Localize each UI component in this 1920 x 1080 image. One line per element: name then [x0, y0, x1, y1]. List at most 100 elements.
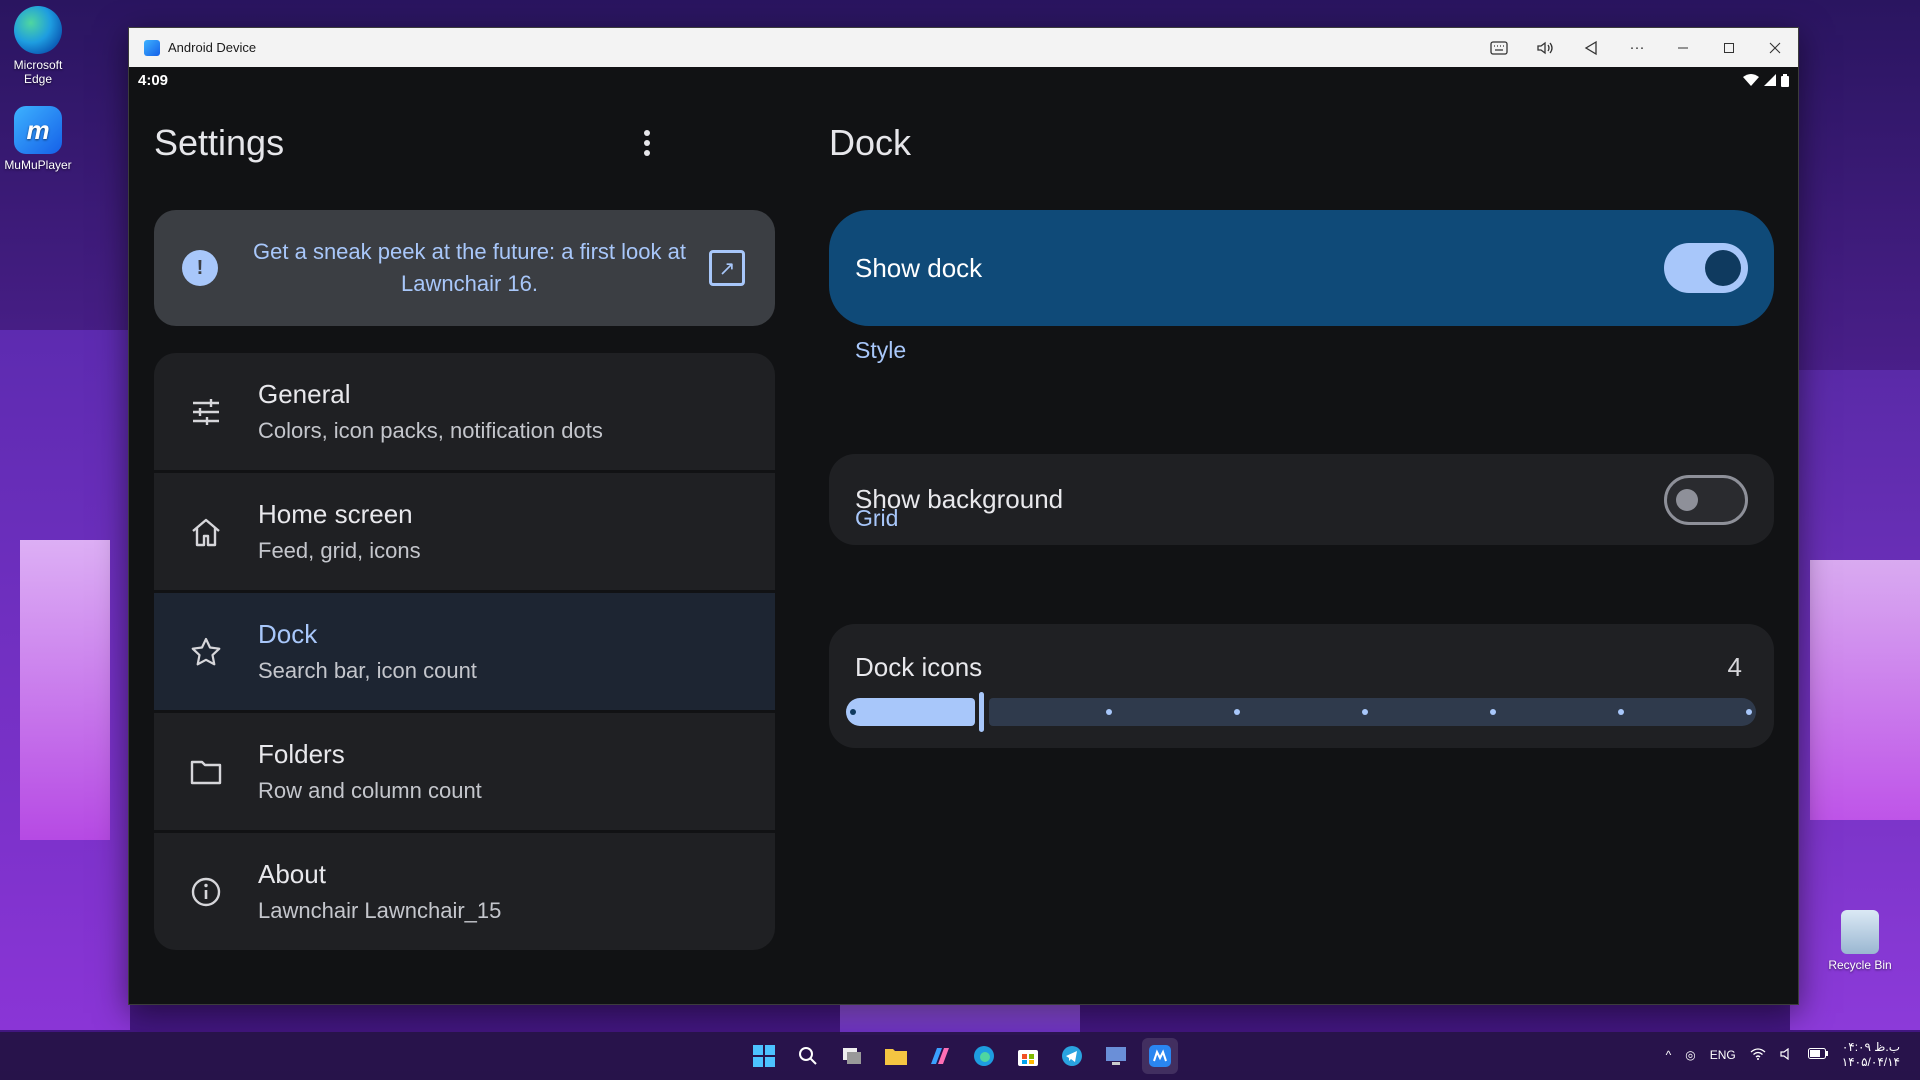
settings-item-subtitle: Row and column count: [258, 778, 482, 803]
lawnchair-16-banner[interactable]: ! Get a sneak peek at the future: a firs…: [154, 210, 775, 326]
copilot-icon[interactable]: [922, 1038, 958, 1074]
store-icon[interactable]: [1010, 1038, 1046, 1074]
system-tray: ^ ◎ ENG ب.ظ ۰۴:۰۹ ۱۴۰۵/۰۴/۱۴: [1666, 1040, 1900, 1070]
settings-item-title: Dock: [258, 619, 318, 649]
settings-item-folders[interactable]: Folders Row and column count: [154, 713, 775, 830]
show-dock-toggle[interactable]: [1664, 243, 1748, 293]
clock-date: ۱۴۰۵/۰۴/۱۴: [1841, 1055, 1900, 1069]
app-icon: [144, 39, 160, 56]
settings-item-title: Folders: [258, 739, 345, 769]
android-device-window: Android Device ··· 4:09 Settings ! Get a…: [128, 27, 1799, 1005]
back-icon[interactable]: [1568, 28, 1614, 67]
show-background-label: Show background: [855, 484, 1064, 514]
show-background-toggle[interactable]: [1664, 474, 1748, 525]
star-icon: [154, 636, 258, 668]
settings-item-subtitle: Colors, icon packs, notification dots: [258, 418, 603, 443]
recycle-bin-icon: [1841, 910, 1879, 954]
settings-item-about[interactable]: About Lawnchair Lawnchair_15: [154, 833, 775, 950]
settings-item-general[interactable]: General Colors, icon packs, notification…: [154, 353, 775, 470]
settings-title: Settings: [154, 122, 285, 163]
settings-menu: General Colors, icon packs, notification…: [154, 353, 775, 953]
settings-item-title: About: [258, 859, 326, 889]
folder-icon: [154, 759, 258, 785]
network-globe-icon[interactable]: ◎: [1685, 1048, 1695, 1062]
settings-item-title: General: [258, 379, 351, 409]
slider-active-track: [846, 698, 975, 726]
signal-icon: [1764, 74, 1776, 86]
battery-icon: [1781, 73, 1789, 87]
maximize-icon[interactable]: [1706, 28, 1752, 67]
grid-section-header: Grid: [855, 505, 899, 531]
keyboard-icon[interactable]: [1476, 28, 1522, 67]
slider-tick-7: [1362, 709, 1368, 715]
settings-item-subtitle: Feed, grid, icons: [258, 538, 421, 563]
slider-tick-5: [1106, 709, 1112, 715]
remote-desktop-icon[interactable]: [1098, 1038, 1134, 1074]
style-section-header: Style: [855, 337, 907, 363]
close-icon[interactable]: [1752, 28, 1798, 67]
overflow-menu-button[interactable]: [629, 125, 665, 161]
slider-thumb[interactable]: [979, 692, 984, 732]
settings-item-subtitle: Lawnchair Lawnchair_15: [258, 898, 502, 923]
taskbar-clock[interactable]: ب.ظ ۰۴:۰۹ ۱۴۰۵/۰۴/۱۴: [1842, 1040, 1900, 1070]
settings-item-dock[interactable]: Dock Search bar, icon count: [154, 593, 775, 710]
slider-tick-10: [1746, 709, 1752, 715]
new-release-icon: !: [182, 250, 218, 286]
speaker-icon[interactable]: [1780, 1047, 1794, 1063]
android-screen: 4:09 Settings ! Get a sneak peek at the …: [129, 67, 1798, 1004]
dock-icons-label: Dock icons: [855, 652, 983, 682]
dock-page-title: Dock: [829, 122, 912, 163]
slider-tick-9: [1618, 709, 1624, 715]
window-title: Android Device: [168, 40, 257, 55]
battery-tray-icon[interactable]: [1807, 1048, 1828, 1062]
desktop-icon-label: Recycle Bin: [1828, 958, 1892, 972]
dock-icons-card: Dock icons 4: [829, 624, 1774, 748]
sliders-icon: [154, 398, 258, 426]
desktop-icon-recycle-bin[interactable]: Recycle Bin: [1822, 910, 1898, 972]
settings-item-home-screen[interactable]: Home screen Feed, grid, icons: [154, 473, 775, 590]
wallpaper-road: [840, 1000, 1080, 1035]
window-titlebar[interactable]: Android Device ···: [129, 28, 1798, 67]
settings-item-title: Home screen: [258, 499, 413, 529]
dock-icons-value: 4: [1727, 652, 1742, 682]
wallpaper-light-right: [1810, 560, 1920, 820]
edge-icon: [14, 6, 62, 54]
volume-icon[interactable]: [1522, 28, 1568, 67]
clock-time: ب.ظ ۰۴:۰۹: [1841, 1040, 1900, 1054]
show-dock-row[interactable]: Show dock: [829, 210, 1774, 326]
desktop-icon-mumuplayer[interactable]: m MuMuPlayer: [0, 106, 76, 172]
wifi-icon: [1743, 74, 1759, 86]
status-bar: 4:09: [129, 67, 1798, 93]
minimize-icon[interactable]: [1660, 28, 1706, 67]
show-background-row[interactable]: Show background: [829, 454, 1774, 545]
dock-icons-slider[interactable]: [846, 692, 1756, 732]
slider-inactive-track: [989, 698, 1756, 726]
banner-text: Get a sneak peek at the future: a first …: [253, 239, 686, 296]
status-time: 4:09: [138, 71, 169, 89]
desktop-icon-label: Microsoft Edge: [13, 58, 63, 86]
show-dock-label: Show dock: [855, 252, 983, 283]
open-external-icon: ↗: [709, 250, 745, 286]
windows-taskbar: ^ ◎ ENG ب.ظ ۰۴:۰۹ ۱۴۰۵/۰۴/۱۴: [0, 1032, 1920, 1080]
wifi-tray-icon[interactable]: [1750, 1047, 1766, 1063]
wallpaper-light-left: [20, 540, 110, 840]
search-icon[interactable]: [790, 1038, 826, 1074]
info-icon: [154, 876, 258, 908]
desktop-icon-label: MuMuPlayer: [4, 158, 72, 172]
slider-tick-6: [1234, 709, 1240, 715]
mumuplayer-icon: m: [14, 106, 62, 154]
start-icon[interactable]: [746, 1038, 782, 1074]
language-indicator[interactable]: ENG: [1710, 1048, 1736, 1062]
desktop-icon-edge[interactable]: Microsoft Edge: [0, 6, 76, 86]
show-hidden-icons-icon[interactable]: ^: [1666, 1048, 1672, 1062]
more-vert-icon: [644, 130, 650, 136]
more-icon[interactable]: ···: [1614, 28, 1660, 67]
file-explorer-icon[interactable]: [878, 1038, 914, 1074]
edge-taskbar-icon[interactable]: [966, 1038, 1002, 1074]
telegram-icon[interactable]: [1054, 1038, 1090, 1074]
task-view-icon[interactable]: [834, 1038, 870, 1074]
settings-item-subtitle: Search bar, icon count: [258, 658, 477, 683]
slider-tick-8: [1490, 709, 1496, 715]
mumuplayer-taskbar-icon[interactable]: [1142, 1038, 1178, 1074]
home-icon: [154, 517, 258, 547]
